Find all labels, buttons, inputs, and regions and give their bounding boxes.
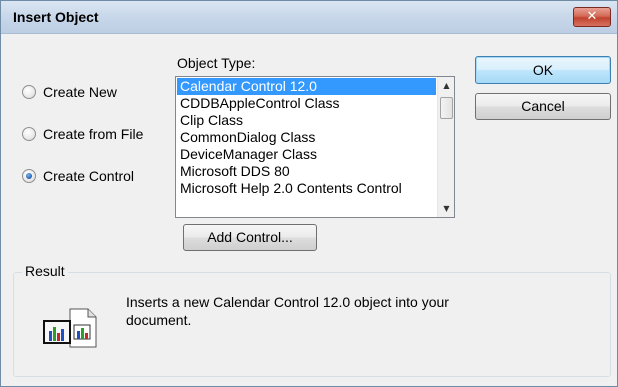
- create-control-option[interactable]: Create Control: [22, 168, 134, 184]
- create-control-radio[interactable]: [22, 169, 36, 183]
- close-button[interactable]: ✕: [573, 7, 611, 27]
- create-from-file-label: Create from File: [43, 126, 144, 142]
- object-type-list[interactable]: Calendar Control 12.0 CDDBAppleControl C…: [175, 76, 455, 218]
- list-item[interactable]: Microsoft DDS 80: [177, 163, 436, 180]
- scroll-thumb[interactable]: [440, 97, 453, 119]
- scroll-up-icon[interactable]: ▲: [438, 77, 455, 94]
- ok-button[interactable]: OK: [475, 56, 611, 84]
- create-new-option[interactable]: Create New: [22, 84, 117, 100]
- insert-object-dialog: Insert Object ✕ Create New Create from F…: [0, 0, 618, 387]
- object-type-label: Object Type:: [177, 55, 256, 71]
- create-new-radio[interactable]: [22, 85, 36, 99]
- list-item[interactable]: CommonDialog Class: [177, 129, 436, 146]
- list-scrollbar[interactable]: ▲ ▼: [437, 77, 454, 217]
- window-title: Insert Object: [13, 9, 99, 25]
- object-type-items: Calendar Control 12.0 CDDBAppleControl C…: [177, 78, 436, 197]
- create-from-file-radio[interactable]: [22, 127, 36, 141]
- close-icon: ✕: [586, 9, 598, 24]
- cancel-button[interactable]: Cancel: [475, 93, 611, 120]
- add-control-button[interactable]: Add Control...: [183, 224, 317, 251]
- list-item[interactable]: Clip Class: [177, 112, 436, 129]
- list-item[interactable]: Calendar Control 12.0: [177, 78, 436, 95]
- create-from-file-option[interactable]: Create from File: [22, 126, 143, 142]
- result-group: Result Inserts a new Calendar Control 12…: [13, 263, 611, 377]
- create-new-label: Create New: [43, 84, 117, 100]
- result-label: Result: [22, 263, 68, 279]
- title-bar[interactable]: Insert Object ✕: [1, 1, 617, 34]
- list-item[interactable]: CDDBAppleControl Class: [177, 95, 436, 112]
- result-description: Inserts a new Calendar Control 12.0 obje…: [126, 294, 449, 328]
- dialog-body: Create New Create from File Create Contr…: [9, 39, 611, 378]
- list-item[interactable]: Microsoft Help 2.0 Contents Control: [177, 180, 436, 197]
- create-control-label: Create Control: [43, 168, 135, 184]
- list-item[interactable]: DeviceManager Class: [177, 146, 436, 163]
- scroll-down-icon[interactable]: ▼: [438, 200, 455, 217]
- object-document-icon: [43, 308, 97, 348]
